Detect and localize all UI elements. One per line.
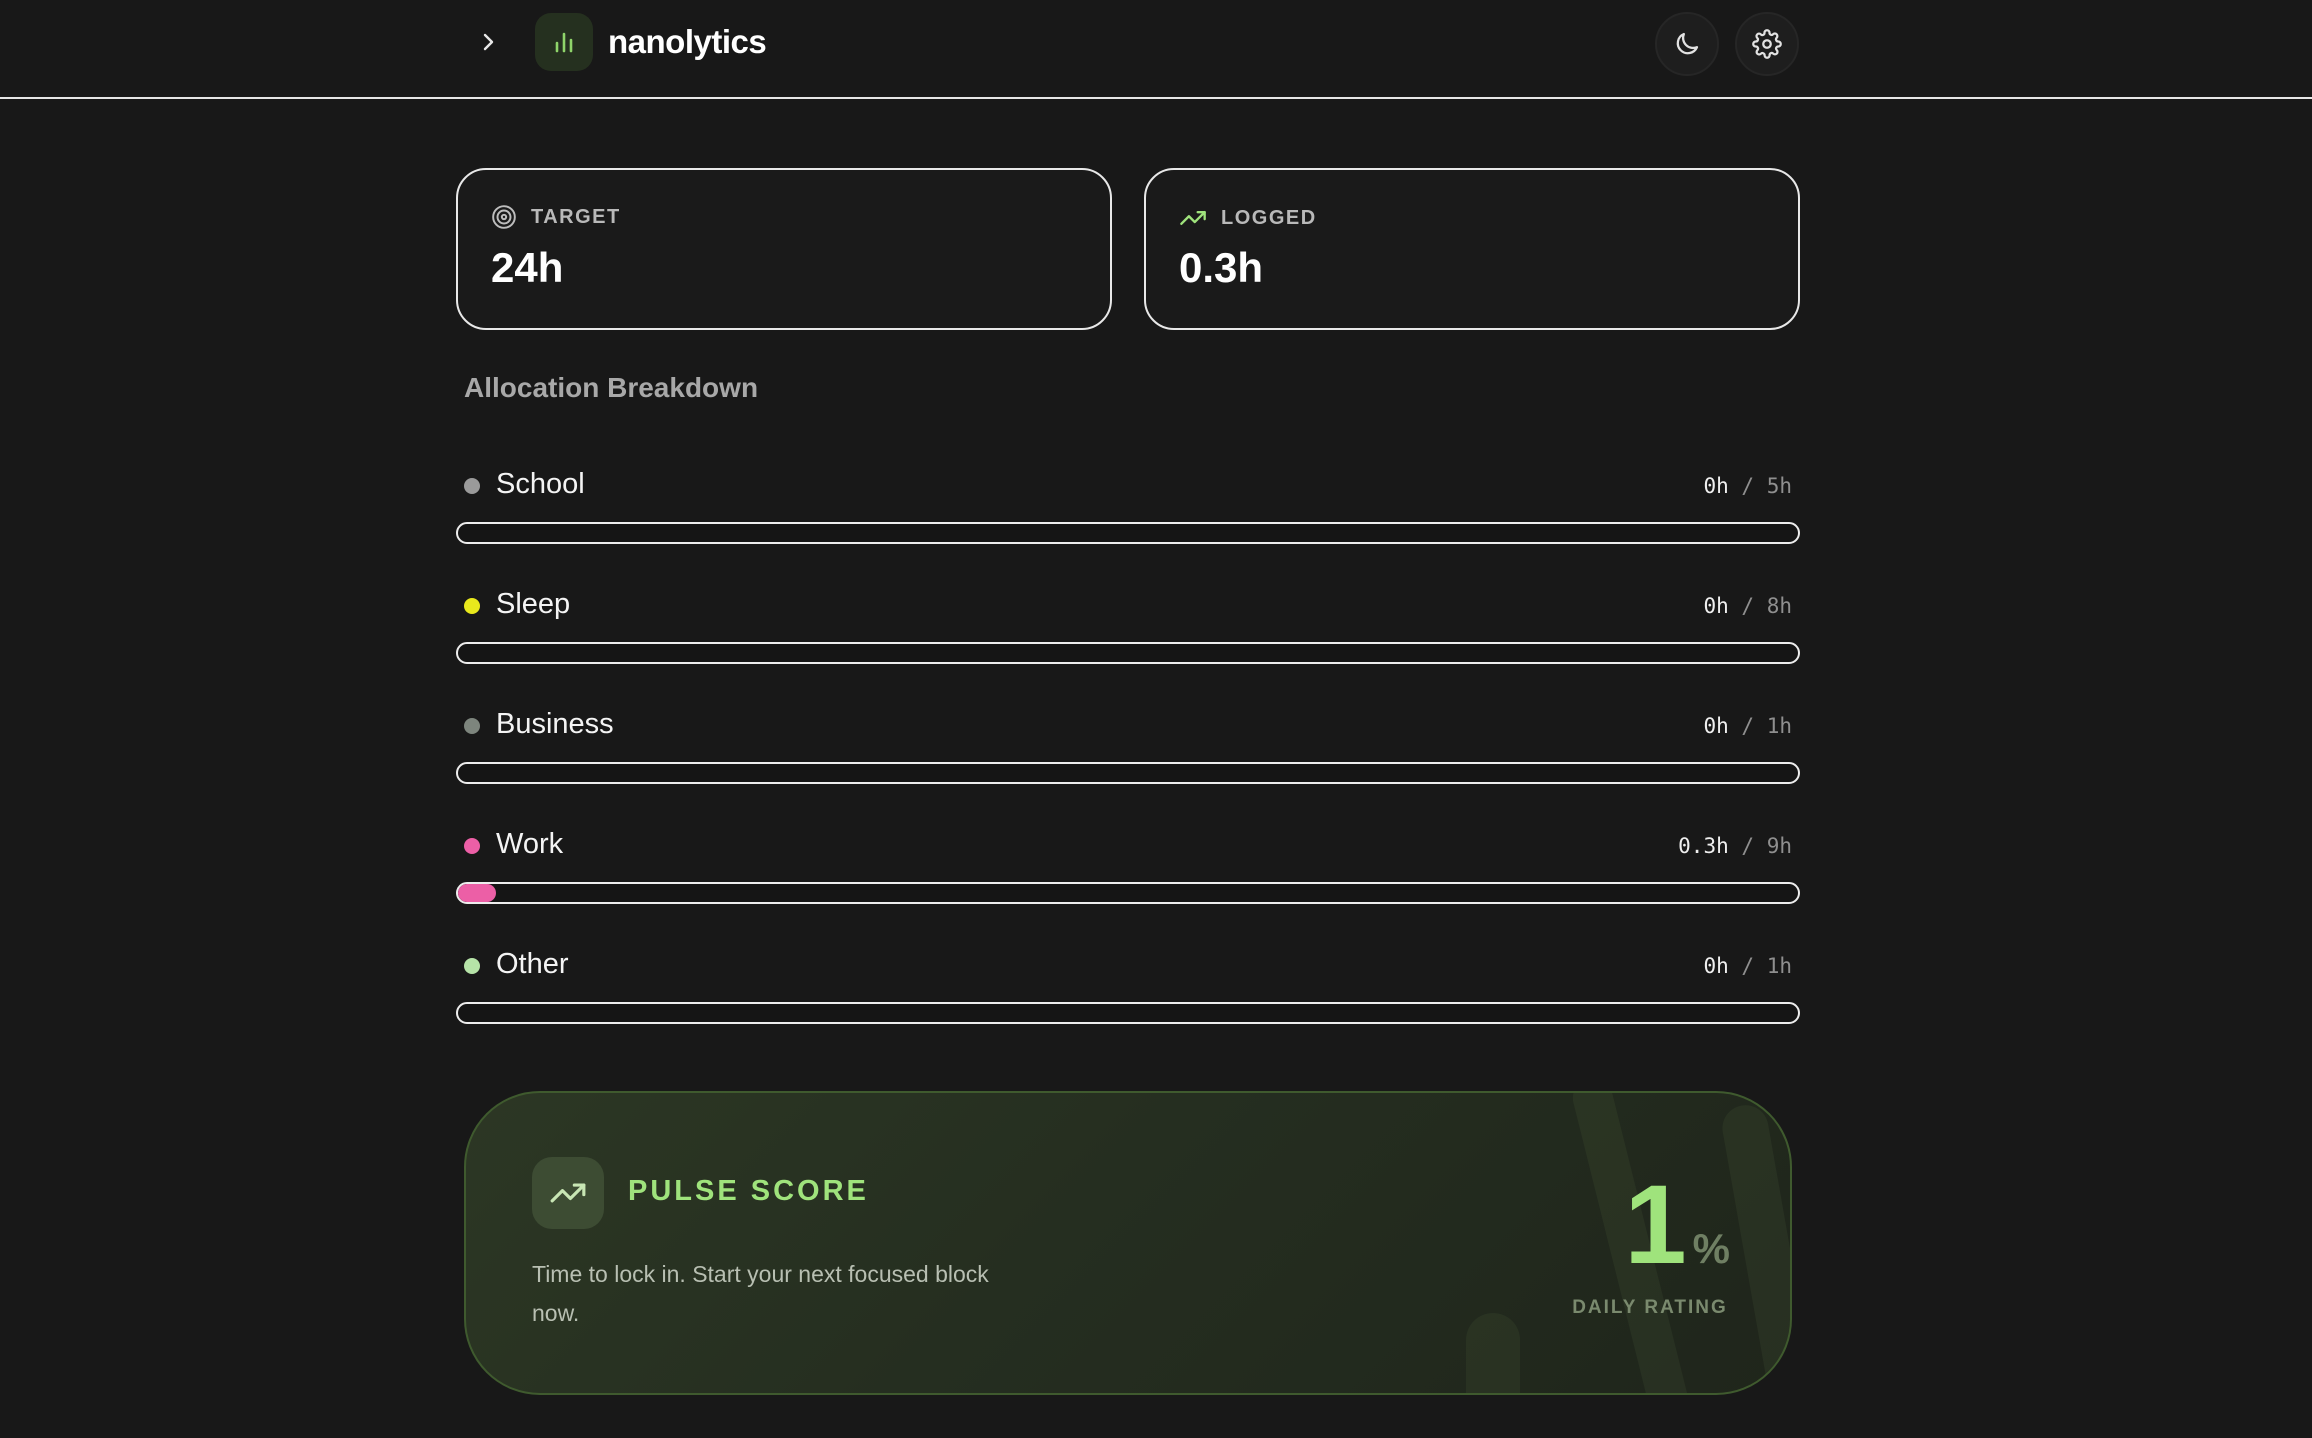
expand-sidebar-button[interactable] bbox=[468, 18, 508, 66]
hours-separator: / bbox=[1741, 954, 1755, 978]
category-hours: 0.3h / 9h bbox=[1678, 834, 1792, 858]
decorative-stripe bbox=[1466, 1313, 1520, 1393]
category-color-dot bbox=[464, 598, 480, 614]
progress-track bbox=[456, 522, 1800, 544]
logged-hours: 0h bbox=[1703, 714, 1729, 738]
progress-track bbox=[456, 642, 1800, 664]
hours-separator: / bbox=[1741, 474, 1755, 498]
target-card: TARGET 24h bbox=[456, 168, 1112, 330]
goal-hours: 1h bbox=[1766, 714, 1792, 738]
hours-separator: / bbox=[1741, 594, 1755, 618]
allocation-row-school: School 0h / 5h bbox=[456, 464, 1800, 564]
settings-button[interactable] bbox=[1735, 12, 1799, 76]
daily-rating-label: DAILY RATING bbox=[1572, 1297, 1728, 1318]
category-name: School bbox=[496, 468, 585, 500]
gear-icon bbox=[1752, 29, 1782, 59]
progress-track bbox=[456, 882, 1800, 904]
target-icon bbox=[492, 205, 516, 229]
category-name: Other bbox=[496, 948, 569, 980]
allocation-title: Allocation Breakdown bbox=[464, 372, 759, 403]
target-label: TARGET bbox=[531, 205, 621, 228]
category-color-dot bbox=[464, 838, 480, 854]
progress-fill bbox=[458, 884, 496, 902]
category-hours: 0h / 8h bbox=[1703, 594, 1792, 618]
trending-up-icon bbox=[550, 1183, 586, 1203]
category-hours: 0h / 1h bbox=[1703, 954, 1792, 978]
logged-card: LOGGED 0.3h bbox=[1144, 168, 1800, 330]
hours-separator: / bbox=[1741, 714, 1755, 738]
target-card-header: TARGET bbox=[491, 204, 621, 230]
logged-card-header: LOGGED bbox=[1179, 204, 1317, 232]
score-display: 1 % bbox=[1624, 1162, 1730, 1287]
allocation-row-sleep: Sleep 0h / 8h bbox=[456, 584, 1800, 684]
score-unit: % bbox=[1692, 1225, 1730, 1272]
logged-value: 0.3h bbox=[1179, 244, 1264, 291]
logged-label: LOGGED bbox=[1221, 206, 1317, 229]
allocation-row-other: Other 0h / 1h bbox=[456, 944, 1800, 1044]
category-name: Business bbox=[496, 708, 614, 740]
logged-hours: 0.3h bbox=[1678, 834, 1729, 858]
theme-toggle-button[interactable] bbox=[1655, 12, 1719, 76]
moon-icon bbox=[1676, 32, 1699, 55]
category-hours: 0h / 1h bbox=[1703, 714, 1792, 738]
hours-separator: / bbox=[1741, 834, 1755, 858]
bar-chart-icon bbox=[555, 32, 573, 53]
logged-hours: 0h bbox=[1703, 954, 1729, 978]
pulse-score-title: PULSE SCORE bbox=[628, 1175, 869, 1207]
pulse-score-card: PULSE SCORE Time to lock in. Start your … bbox=[464, 1091, 1792, 1395]
chevron-right-icon bbox=[483, 33, 494, 51]
allocation-row-business: Business 0h / 1h bbox=[456, 704, 1800, 804]
pulse-message: Time to lock in. Start your next focused… bbox=[532, 1261, 989, 1326]
allocation-row-work: Work 0.3h / 9h bbox=[456, 824, 1800, 924]
progress-track bbox=[456, 762, 1800, 784]
category-color-dot bbox=[464, 478, 480, 494]
progress-track bbox=[456, 1002, 1800, 1024]
app-logo bbox=[535, 13, 593, 71]
category-color-dot bbox=[464, 718, 480, 734]
score-value: 1 bbox=[1624, 1162, 1686, 1287]
category-hours: 0h / 5h bbox=[1703, 474, 1792, 498]
app-header: nanolytics bbox=[0, 0, 2312, 99]
goal-hours: 1h bbox=[1766, 954, 1792, 978]
goal-hours: 9h bbox=[1766, 834, 1792, 858]
goal-hours: 8h bbox=[1766, 594, 1792, 618]
trending-up-icon bbox=[1180, 211, 1206, 225]
target-value: 24h bbox=[491, 244, 564, 291]
pulse-icon-box bbox=[532, 1157, 604, 1229]
category-name: Sleep bbox=[496, 588, 571, 620]
logged-hours: 0h bbox=[1703, 474, 1729, 498]
brand-name: nanolytics bbox=[608, 23, 767, 60]
category-name: Work bbox=[496, 828, 564, 860]
goal-hours: 5h bbox=[1766, 474, 1792, 498]
logged-hours: 0h bbox=[1703, 594, 1729, 618]
category-color-dot bbox=[464, 958, 480, 974]
